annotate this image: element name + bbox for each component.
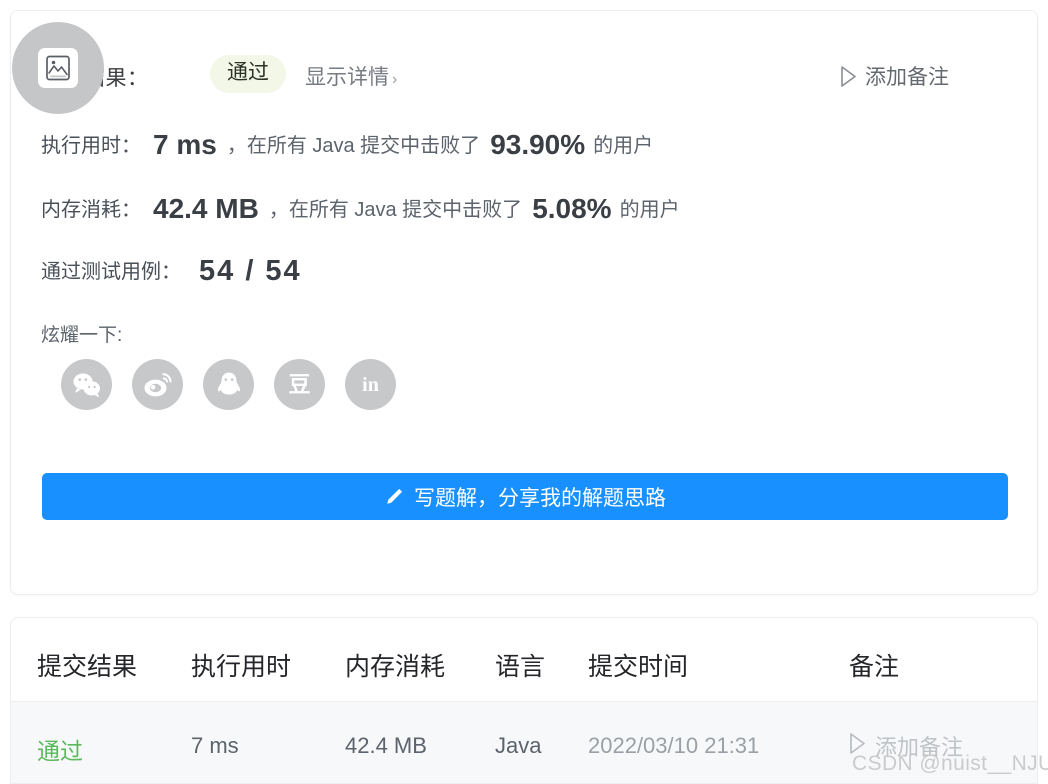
write-solution-label: 写题解，分享我的解题思路: [414, 486, 666, 510]
runtime-middle-text: ，在所有 Java 提交中击败了: [226, 135, 481, 157]
cell-memory: 42.4 MB: [345, 733, 427, 758]
weibo-icon: [143, 372, 173, 398]
runtime-stat: 执行用时： 7 ms ，在所有 Java 提交中击败了 93.90% 的用户: [41, 129, 653, 161]
linkedin-glyph: in: [362, 373, 379, 396]
cell-runtime: 7 ms: [191, 733, 239, 758]
testcases-stat: 通过测试用例： 54 / 54: [41, 255, 312, 288]
qq-icon: [216, 371, 242, 399]
flag-icon: [849, 732, 866, 760]
runtime-percentile: 93.90%: [490, 129, 586, 160]
qq-share-button[interactable]: [203, 359, 254, 410]
douban-share-button[interactable]: 豆: [274, 359, 325, 410]
pencil-icon: [384, 487, 404, 507]
column-header-result: 提交结果: [37, 653, 138, 681]
memory-suffix: 的用户: [619, 199, 680, 221]
result-header: 执行结果： 通过 显示详情› 添加备注: [41, 55, 1007, 105]
testcases-value: 54 / 54: [199, 255, 302, 287]
memory-percentile: 5.08%: [532, 193, 612, 224]
weibo-share-button[interactable]: [132, 359, 183, 410]
memory-label: 内存消耗：: [41, 199, 141, 221]
status-badge: 通过: [210, 55, 286, 94]
memory-value: 42.4 MB: [153, 193, 259, 224]
cell-add-note-label: 添加备注: [875, 735, 964, 760]
submissions-table: 提交结果 执行用时 内存消耗 语言 提交时间 备注 通过 7 ms 42.4 M…: [10, 617, 1038, 784]
share-row: 豆 in: [61, 359, 396, 410]
cell-add-note-button[interactable]: 添加备注: [849, 730, 963, 762]
douban-glyph: 豆: [288, 371, 311, 397]
add-note-label: 添加备注: [865, 66, 949, 89]
share-title: 炫耀一下:: [41, 325, 123, 346]
linkedin-share-button[interactable]: in: [345, 359, 396, 410]
broken-image-icon: [38, 48, 78, 88]
show-detail-link[interactable]: 显示详情 ›: [305, 61, 397, 91]
cell-submitted-at: 2022/03/10 21:31: [588, 733, 760, 758]
table-row[interactable]: 通过 7 ms 42.4 MB Java 2022/03/10 21:31 添加…: [11, 702, 1037, 783]
wechat-share-button[interactable]: [61, 359, 112, 410]
table-header-row: 提交结果 执行用时 内存消耗 语言 提交时间 备注: [11, 618, 1037, 702]
submission-result-card: 执行结果： 通过 显示详情› 添加备注 执行用时： 7 ms ，在所有 Java 提…: [10, 10, 1038, 595]
testcases-label: 通过测试用例：: [41, 261, 181, 283]
column-header-time: 提交时间: [588, 653, 689, 681]
runtime-suffix: 的用户: [593, 135, 654, 157]
chevron-right-icon: ›: [392, 71, 398, 88]
flag-icon: [840, 65, 857, 87]
memory-middle-text: ，在所有 Java 提交中击败了: [268, 199, 523, 221]
column-header-memory: 内存消耗: [345, 653, 446, 681]
wechat-icon: [72, 372, 102, 398]
runtime-label: 执行用时：: [41, 135, 141, 157]
column-header-runtime: 执行用时: [191, 653, 292, 681]
runtime-value: 7 ms: [153, 129, 217, 160]
cell-language: Java: [495, 733, 542, 758]
column-header-language: 语言: [495, 653, 546, 681]
show-detail-label: 显示详情: [305, 66, 389, 89]
memory-stat: 内存消耗： 42.4 MB ，在所有 Java 提交中击败了 5.08% 的用户: [41, 193, 680, 225]
column-header-note: 备注: [849, 653, 900, 681]
add-note-button[interactable]: 添加备注: [840, 61, 949, 91]
cell-result[interactable]: 通过: [37, 732, 83, 766]
write-solution-button[interactable]: 写题解，分享我的解题思路: [42, 473, 1008, 520]
avatar: [12, 22, 104, 114]
